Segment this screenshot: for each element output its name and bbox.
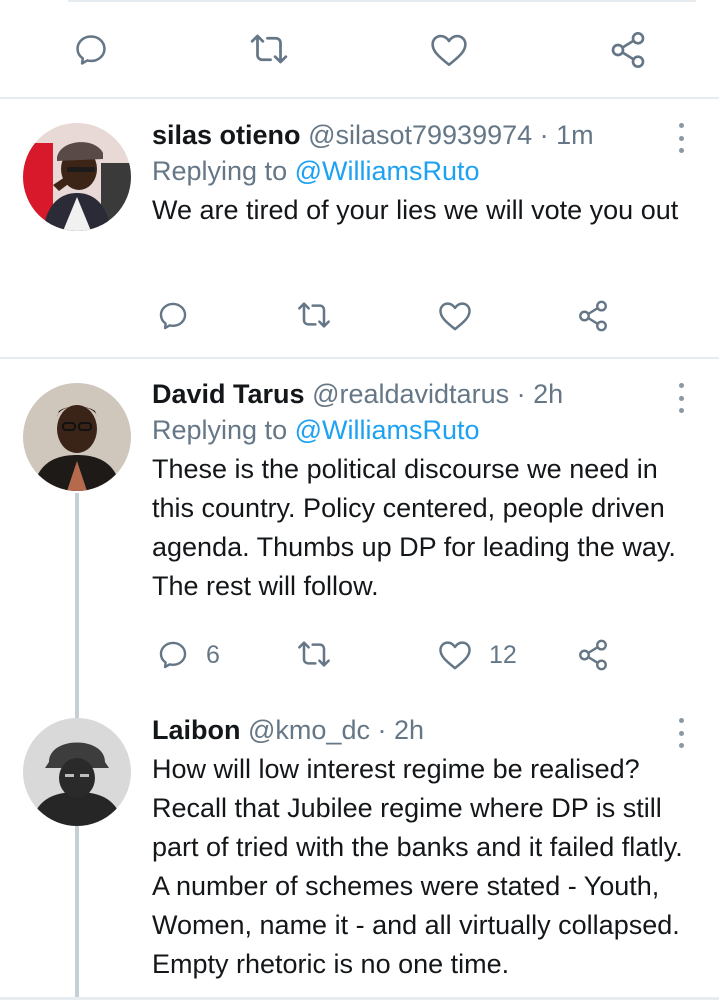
mention-link[interactable]: @WilliamsRuto bbox=[295, 415, 480, 445]
avatar[interactable] bbox=[23, 123, 131, 231]
retweet-icon bbox=[250, 34, 288, 64]
reply-icon bbox=[159, 641, 187, 669]
share-icon bbox=[579, 639, 607, 671]
like-icon bbox=[439, 641, 471, 670]
like-count: 12 bbox=[489, 640, 517, 669]
tweet-silas[interactable]: silas otieno @silasot79939974 · 1m Reply… bbox=[0, 99, 719, 357]
user-handle[interactable]: @kmo_dc bbox=[248, 715, 370, 745]
main-tweet-actions bbox=[0, 22, 719, 82]
avatar[interactable] bbox=[23, 383, 131, 491]
reply-count: 6 bbox=[206, 640, 220, 669]
tweet-david[interactable]: David Tarus @realdavidtarus · 2h Replyin… bbox=[0, 359, 719, 694]
user-handle[interactable]: @realdavidtarus bbox=[312, 379, 509, 409]
tweet-time: · 2h bbox=[516, 379, 564, 409]
reply-button[interactable] bbox=[72, 30, 110, 70]
share-icon bbox=[579, 300, 607, 332]
tweet-text: These is the political discourse we need… bbox=[152, 454, 676, 601]
share-icon bbox=[611, 32, 645, 68]
replying-prefix: Replying to bbox=[152, 415, 288, 445]
retweet-button[interactable] bbox=[294, 300, 334, 330]
reply-button[interactable]: 6 bbox=[156, 637, 220, 673]
mention-link[interactable]: @WilliamsRuto bbox=[295, 156, 480, 186]
retweet-icon bbox=[298, 302, 330, 328]
avatar-image bbox=[23, 383, 131, 491]
avatar-image bbox=[23, 123, 131, 231]
retweet-button[interactable] bbox=[246, 32, 292, 66]
avatar[interactable] bbox=[23, 718, 131, 826]
tweet-actions: 6 12 bbox=[152, 635, 622, 679]
tweet-text: We are tired of your lies we will vote y… bbox=[152, 195, 679, 225]
replying-to: Replying to @WilliamsRuto bbox=[152, 412, 692, 448]
tweet-header: Laibon @kmo_dc · 2h bbox=[152, 712, 692, 748]
replying-prefix: Replying to bbox=[152, 156, 288, 186]
top-divider bbox=[68, 0, 696, 2]
display-name[interactable]: Laibon bbox=[152, 715, 241, 745]
avatar-image bbox=[23, 718, 131, 826]
tweet-text: How will low interest regime be realised… bbox=[152, 754, 683, 979]
like-icon bbox=[431, 34, 467, 67]
display-name[interactable]: silas otieno bbox=[152, 120, 301, 150]
tweet-time: · 1m bbox=[539, 120, 594, 150]
replying-to: Replying to @WilliamsRuto bbox=[152, 153, 692, 189]
thread-line bbox=[75, 493, 79, 694]
tweet-time: · 2h bbox=[377, 715, 425, 745]
tweet-laibon[interactable]: Laibon @kmo_dc · 2h How will low interes… bbox=[0, 694, 719, 997]
like-icon bbox=[439, 302, 471, 331]
tweet-content: Laibon @kmo_dc · 2h How will low interes… bbox=[152, 712, 692, 984]
display-name[interactable]: David Tarus bbox=[152, 379, 305, 409]
tweet-actions bbox=[152, 296, 622, 340]
tweet-content: David Tarus @realdavidtarus · 2h Replyin… bbox=[152, 376, 692, 606]
tweet-header: silas otieno @silasot79939974 · 1m bbox=[152, 117, 692, 153]
share-button[interactable] bbox=[576, 298, 610, 334]
reply-button[interactable] bbox=[156, 298, 190, 334]
tweet-content: silas otieno @silasot79939974 · 1m Reply… bbox=[152, 117, 692, 230]
tweet-header: David Tarus @realdavidtarus · 2h bbox=[152, 376, 692, 412]
user-handle[interactable]: @silasot79939974 bbox=[308, 120, 532, 150]
retweet-button[interactable] bbox=[294, 639, 334, 669]
like-button[interactable]: 12 bbox=[437, 639, 517, 671]
share-button[interactable] bbox=[576, 637, 610, 673]
like-button[interactable] bbox=[429, 32, 469, 68]
share-button[interactable] bbox=[608, 30, 648, 70]
reply-icon bbox=[159, 302, 187, 330]
reply-icon bbox=[76, 35, 106, 65]
retweet-icon bbox=[298, 641, 330, 667]
like-button[interactable] bbox=[437, 300, 473, 332]
